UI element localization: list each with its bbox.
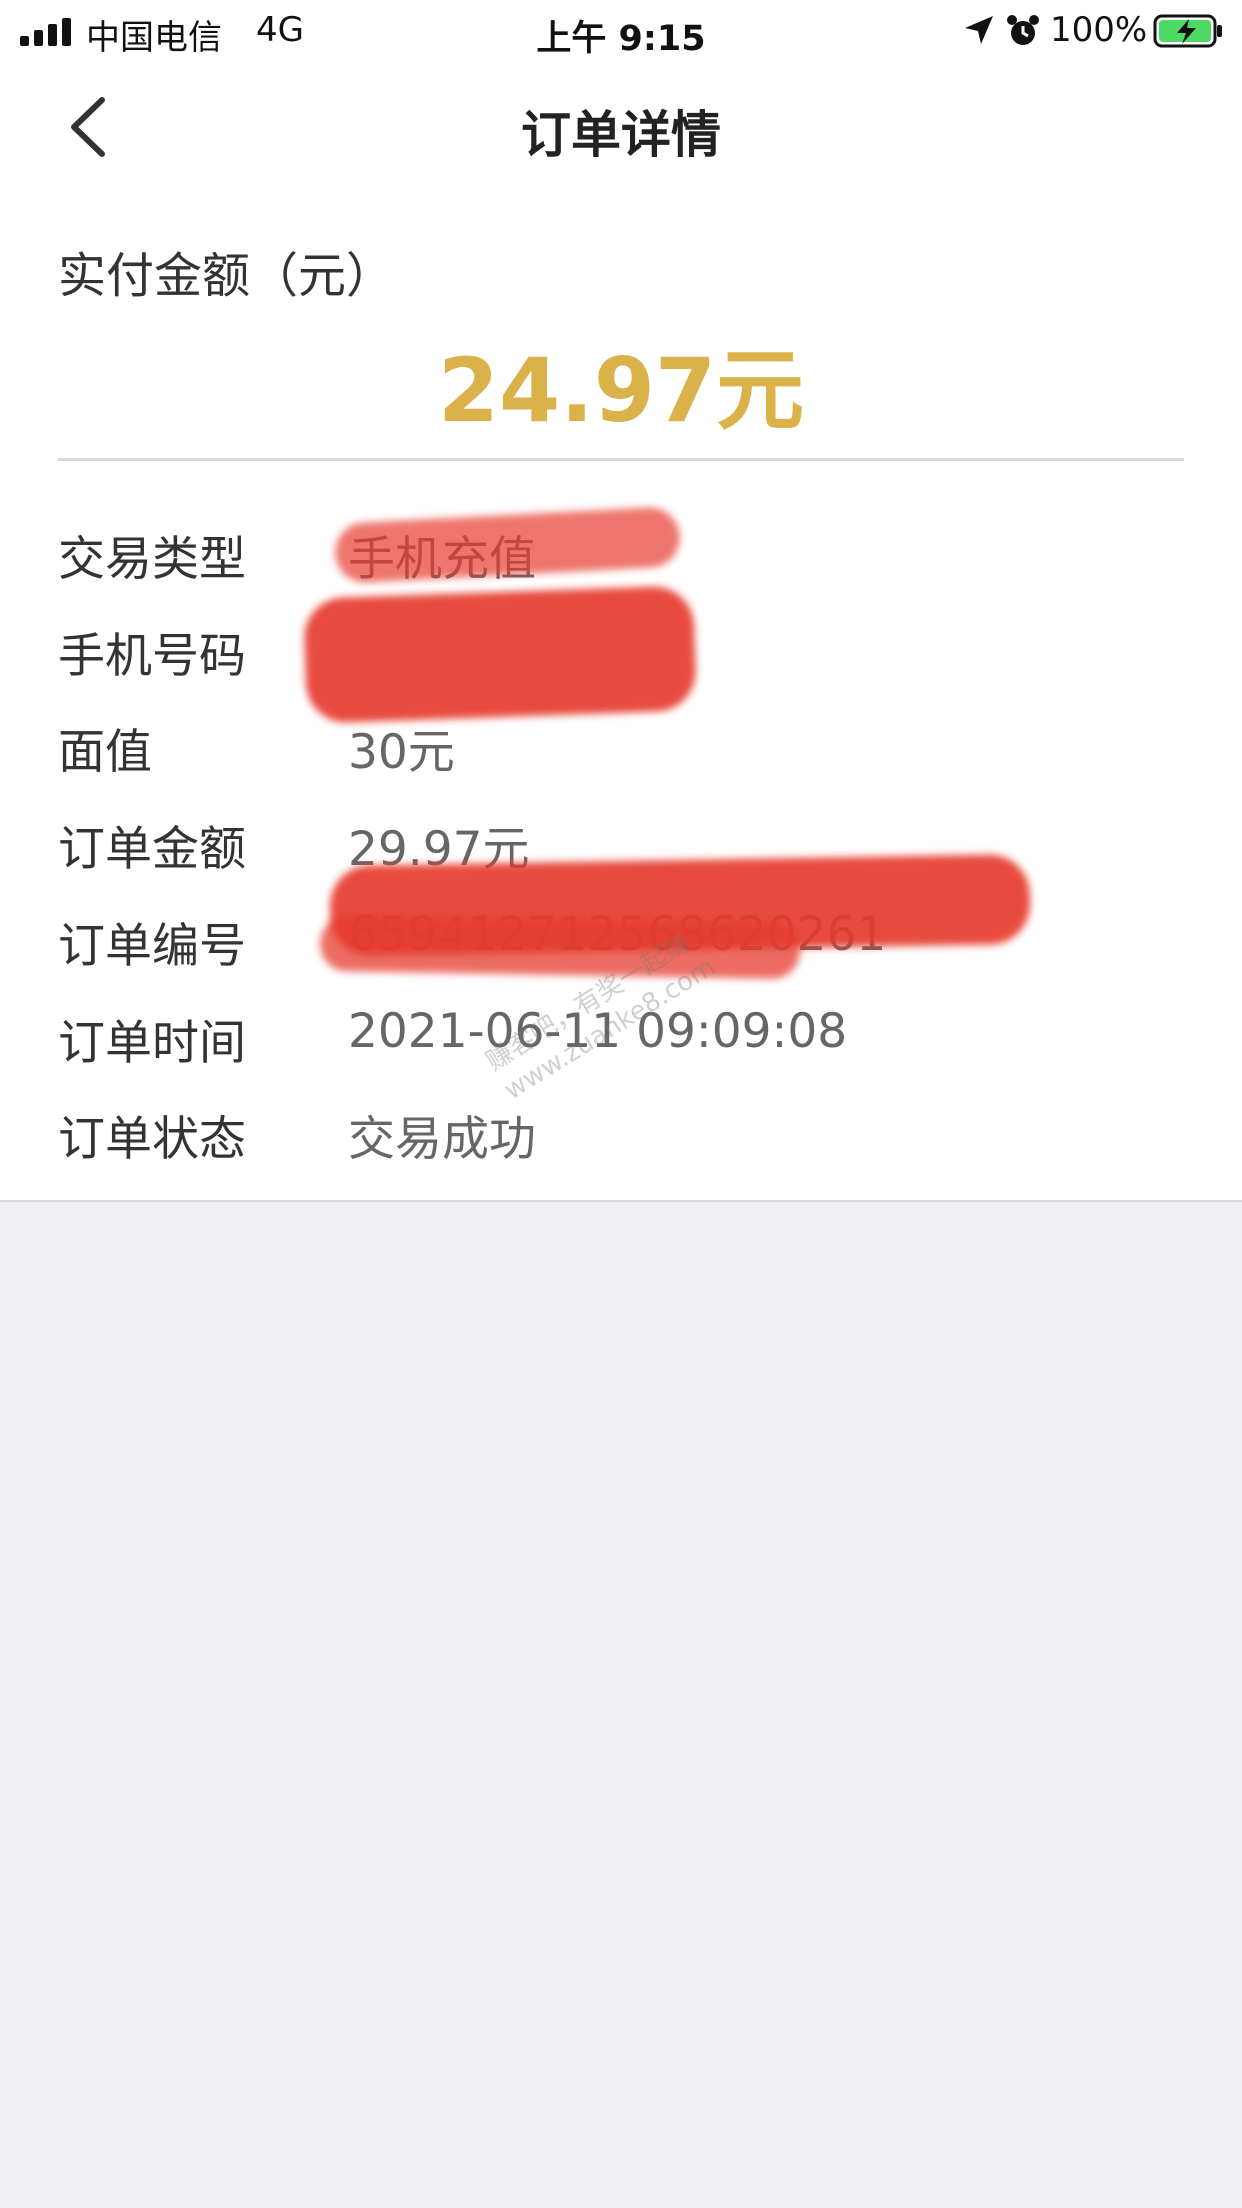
paid-amount-label: 实付金额（元） — [58, 248, 395, 304]
redaction-mark-phone — [302, 585, 698, 724]
detail-key: 订单状态 — [58, 1112, 246, 1167]
divider — [58, 458, 1184, 461]
status-bar: 中国电信 4G 上午 9:15 100% — [0, 0, 1242, 62]
detail-row-face-value: 面值 30元 — [0, 701, 1242, 791]
battery-charging-icon — [1153, 14, 1222, 48]
alarm-icon — [1007, 15, 1039, 45]
paid-amount: 24.97元 — [437, 339, 805, 442]
page-title: 订单详情 — [521, 106, 721, 164]
detail-value: 30元 — [348, 725, 455, 780]
location-icon — [965, 16, 993, 44]
detail-key: 订单时间 — [58, 1016, 246, 1071]
detail-value: 交易成功 — [348, 1112, 536, 1167]
detail-key: 交易类型 — [58, 532, 246, 587]
detail-key: 订单金额 — [58, 822, 246, 877]
detail-key: 面值 — [58, 725, 152, 780]
battery-percent: 100% — [1050, 10, 1148, 50]
detail-key: 手机号码 — [58, 629, 246, 684]
detail-key: 订单编号 — [58, 919, 246, 974]
detail-row-order-status: 订单状态 交易成功 — [0, 1088, 1242, 1178]
